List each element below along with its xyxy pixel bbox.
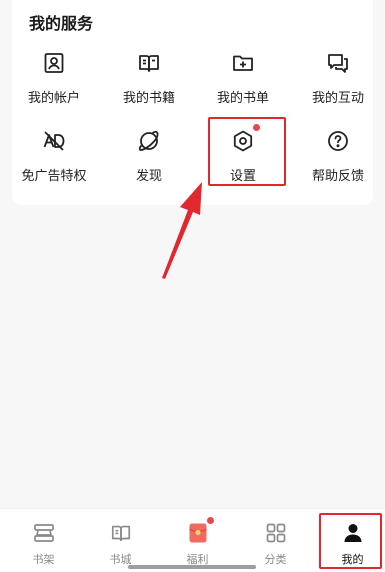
- tab-label: 分类: [264, 553, 287, 566]
- chat-icon: [326, 51, 350, 75]
- service-my-booklist[interactable]: 我的书单: [198, 51, 288, 121]
- section-title: 我的服务: [29, 14, 94, 33]
- service-label: 免广告特权: [21, 169, 87, 184]
- service-label: 我的互动: [311, 91, 364, 106]
- bookshelf-icon: [33, 522, 55, 544]
- settings-highlight-box: [208, 117, 286, 186]
- tab-welfare[interactable]: 福利: [159, 509, 236, 572]
- home-indicator: [128, 565, 256, 569]
- service-help-feedback[interactable]: 帮助反馈: [293, 129, 383, 199]
- service-label: 帮助反馈: [311, 169, 364, 184]
- service-ad-free[interactable]: 免广告特权: [9, 129, 99, 199]
- service-my-account[interactable]: 我的帐户: [9, 51, 99, 121]
- annotation-arrow: [162, 182, 202, 279]
- grid-icon: [265, 522, 287, 544]
- tab-label: 书架: [32, 553, 55, 566]
- bookstore-icon: [110, 522, 132, 544]
- notification-badge: [206, 517, 214, 524]
- account-icon: [42, 51, 66, 75]
- mine-tab-highlight-box: [319, 513, 382, 569]
- book-icon: [137, 51, 161, 75]
- tab-bookshelf[interactable]: 书架: [5, 509, 82, 572]
- service-my-interactions[interactable]: 我的互动: [293, 51, 383, 121]
- planet-icon: [137, 129, 161, 153]
- folder-plus-icon: [231, 51, 255, 75]
- tab-bookstore[interactable]: 书城: [82, 509, 159, 572]
- tab-category[interactable]: 分类: [237, 509, 314, 572]
- service-my-books[interactable]: 我的书籍: [104, 51, 194, 121]
- service-label: 我的帐户: [27, 91, 80, 106]
- ad-free-icon: [42, 129, 66, 153]
- service-label: 我的书单: [216, 91, 269, 106]
- help-icon: [326, 129, 350, 153]
- red-envelope-icon: [187, 517, 214, 544]
- service-label: 我的书籍: [122, 91, 175, 106]
- my-services-card: 我的服务 我的帐户 我的书籍 我的书单 我的互动 免广告特权 发现 设置 帮助反…: [12, 0, 373, 205]
